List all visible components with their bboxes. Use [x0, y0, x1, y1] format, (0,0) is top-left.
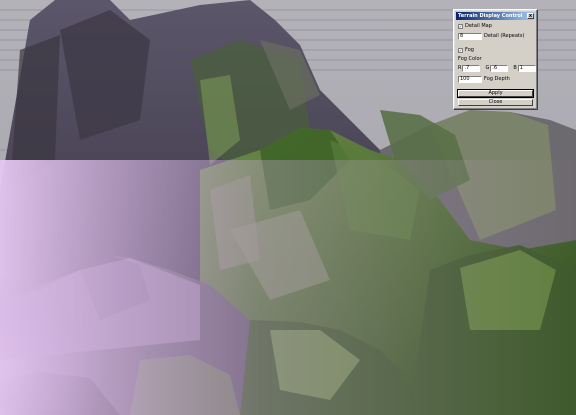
fog-label: Fog — [465, 47, 474, 53]
fog-r-input[interactable]: .7 — [462, 65, 481, 72]
fog-r-label: R — [458, 65, 462, 71]
detail-repeats-label: Detail (Repeats) — [484, 33, 525, 39]
fog-g-input[interactable]: .6 — [490, 65, 509, 72]
checkmark-icon: ✓ — [458, 23, 463, 29]
close-button[interactable]: Close — [458, 99, 533, 106]
fog-b-input[interactable]: 1 — [517, 65, 536, 72]
detail-repeats-input[interactable]: 8 — [458, 33, 482, 40]
window-title: Terrain Display Control — [458, 12, 523, 19]
checkmark-icon: ✓ — [458, 47, 463, 53]
fog-color-label: Fog Color — [458, 56, 482, 62]
terrain-display-control-window[interactable]: Terrain Display Control x ✓ Detail Map 8… — [453, 9, 538, 110]
fog-b-label: B — [513, 65, 517, 71]
detail-map-label: Detail Map — [465, 23, 492, 29]
detail-map-checkbox[interactable]: ✓ — [458, 24, 463, 29]
fog-depth-input[interactable]: 100 — [458, 76, 482, 83]
fog-depth-label: Fog Depth — [484, 76, 510, 82]
close-icon[interactable]: x — [527, 13, 534, 19]
fog-g-label: G — [485, 65, 490, 71]
fog-checkbox[interactable]: ✓ — [458, 48, 463, 53]
apply-button[interactable]: Apply — [457, 89, 534, 98]
title-bar[interactable]: Terrain Display Control x — [456, 12, 535, 20]
